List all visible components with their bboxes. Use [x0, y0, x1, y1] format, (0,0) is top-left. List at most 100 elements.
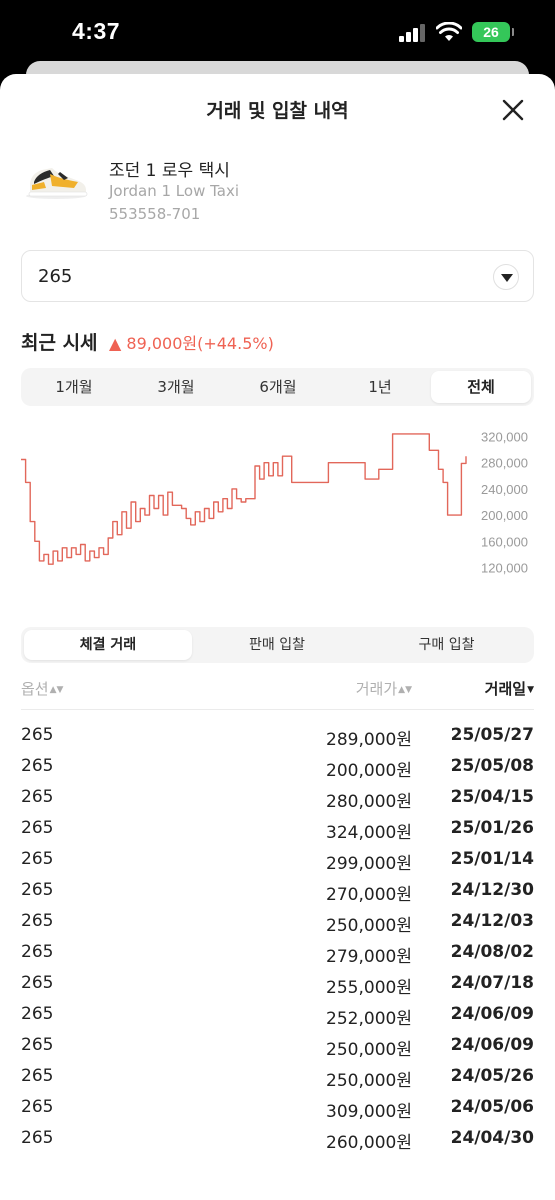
option-cell: 265 — [21, 756, 54, 776]
battery-level: 26 — [483, 24, 499, 40]
date-cell: 24/08/02 — [450, 942, 534, 962]
date-cell: 25/05/27 — [450, 725, 534, 745]
table-row: 265 252,000원 24/06/09 — [21, 1000, 534, 1031]
sort-icon: ▲▼ — [49, 685, 64, 695]
table-row: 265 260,000원 24/04/30 — [21, 1124, 534, 1155]
wifi-icon — [436, 22, 462, 41]
recent-price-change: ▲ 89,000원(+44.5%) — [109, 334, 274, 353]
size-value: 265 — [38, 266, 73, 287]
price-cell: 270,000원 — [326, 885, 412, 905]
period-tab-1m[interactable]: 1개월 — [23, 371, 125, 403]
option-cell: 265 — [21, 880, 54, 900]
column-header-date[interactable]: 거래일▼ — [485, 678, 534, 699]
period-tab-1y[interactable]: 1년 — [329, 371, 431, 403]
price-chart: 320,000 280,000 240,000 200,000 160,000 120,0… — [0, 424, 555, 594]
date-cell: 24/04/30 — [450, 1128, 534, 1148]
table-row: 265 255,000원 24/07/18 — [21, 969, 534, 1000]
price-cell: 252,000원 — [326, 1009, 412, 1029]
product-name: 조던 1 로우 택시 — [109, 161, 230, 181]
table-row: 265 250,000원 24/05/26 — [21, 1062, 534, 1093]
size-select[interactable]: 265 — [21, 250, 534, 302]
table-header: 옵션▲▼ 거래가▲▼ 거래일▼ — [21, 672, 534, 710]
option-cell: 265 — [21, 818, 54, 838]
price-cell: 309,000원 — [326, 1102, 412, 1122]
option-cell: 265 — [21, 1066, 54, 1086]
battery-icon: 26 — [472, 22, 514, 42]
y-tick-label: 320,000 — [481, 430, 528, 445]
table-row: 265 250,000원 24/06/09 — [21, 1031, 534, 1062]
trade-history-sheet: 거래 및 입찰 내역 조던 1 로우 택시 Jordan 1 Low Taxi … — [0, 74, 555, 1200]
table-row: 265 324,000원 25/01/26 — [21, 814, 534, 845]
price-cell: 279,000원 — [326, 947, 412, 967]
y-tick-label: 120,000 — [481, 560, 528, 575]
price-series-line — [21, 433, 467, 565]
date-cell: 25/01/26 — [450, 818, 534, 838]
sneaker-image — [26, 168, 88, 199]
option-cell: 265 — [21, 942, 54, 962]
date-cell: 25/01/14 — [450, 849, 534, 869]
date-cell: 25/04/15 — [450, 787, 534, 807]
option-cell: 265 — [21, 1128, 54, 1148]
option-cell: 265 — [21, 973, 54, 993]
price-cell: 289,000원 — [326, 730, 412, 750]
cellular-signal-icon — [399, 24, 429, 42]
sort-icon: ▲▼ — [398, 685, 412, 695]
price-cell: 200,000원 — [326, 761, 412, 781]
period-tab-all[interactable]: 전체 — [431, 371, 531, 403]
date-cell: 24/06/09 — [450, 1004, 534, 1024]
y-tick-label: 200,000 — [481, 508, 528, 523]
price-cell: 255,000원 — [326, 978, 412, 998]
date-cell: 24/07/18 — [450, 973, 534, 993]
recent-price-title: 최근 시세 — [21, 332, 98, 354]
page-title: 거래 및 입찰 내역 — [206, 100, 349, 122]
period-tabs: 1개월 3개월 6개월 1년 전체 — [21, 368, 534, 406]
option-cell: 265 — [21, 725, 54, 745]
option-cell: 265 — [21, 1004, 54, 1024]
y-tick-label: 160,000 — [481, 534, 528, 549]
recent-price-section: 최근 시세 ▲ 89,000원(+44.5%) — [21, 328, 274, 354]
table-row: 265 200,000원 25/05/08 — [21, 752, 534, 783]
table-row: 265 279,000원 24/08/02 — [21, 938, 534, 969]
column-header-price[interactable]: 거래가▲▼ — [356, 678, 412, 699]
tab-buy-bids[interactable]: 구매 입찰 — [362, 630, 531, 660]
status-time: 4:37 — [72, 18, 121, 44]
date-cell: 24/05/06 — [450, 1097, 534, 1117]
product-name-english: Jordan 1 Low Taxi — [109, 182, 240, 200]
product-info: 조던 1 로우 택시 Jordan 1 Low Taxi 553558-701 — [0, 146, 555, 228]
table-row: 265 280,000원 25/04/15 — [21, 783, 534, 814]
price-cell: 250,000원 — [326, 1040, 412, 1060]
date-cell: 24/05/26 — [450, 1066, 534, 1086]
column-header-price-label: 거래가 — [355, 680, 398, 698]
y-tick-label: 280,000 — [481, 456, 528, 471]
option-cell: 265 — [21, 1097, 54, 1117]
status-bar: 4:37 26 — [0, 0, 555, 62]
price-cell: 250,000원 — [326, 916, 412, 936]
table-row: 265 289,000원 25/05/27 — [21, 721, 534, 752]
date-cell: 25/05/08 — [450, 756, 534, 776]
column-header-date-label: 거래일 — [484, 680, 527, 698]
table-row: 265 299,000원 25/01/14 — [21, 845, 534, 876]
column-header-option[interactable]: 옵션▲▼ — [21, 678, 63, 699]
option-cell: 265 — [21, 911, 54, 931]
trade-tabs: 체결 거래 판매 입찰 구매 입찰 — [21, 627, 534, 663]
price-cell: 280,000원 — [326, 792, 412, 812]
price-cell: 250,000원 — [326, 1071, 412, 1091]
column-header-option-label: 옵션 — [21, 680, 49, 698]
sort-desc-icon: ▼ — [527, 685, 534, 695]
table-row: 265 270,000원 24/12/30 — [21, 876, 534, 907]
table-row: 265 309,000원 24/05/06 — [21, 1093, 534, 1124]
date-cell: 24/12/30 — [450, 880, 534, 900]
period-tab-3m[interactable]: 3개월 — [125, 371, 227, 403]
option-cell: 265 — [21, 787, 54, 807]
price-chart-svg: 320,000 280,000 240,000 200,000 160,000 120,0… — [21, 430, 528, 575]
price-cell: 260,000원 — [326, 1133, 412, 1153]
period-tab-6m[interactable]: 6개월 — [227, 371, 329, 403]
option-cell: 265 — [21, 1035, 54, 1055]
close-icon[interactable] — [501, 98, 525, 122]
date-cell: 24/12/03 — [450, 911, 534, 931]
tab-sell-bids[interactable]: 판매 입찰 — [193, 630, 361, 660]
table-row: 265 250,000원 24/12/03 — [21, 907, 534, 938]
tab-completed-trades[interactable]: 체결 거래 — [24, 630, 192, 660]
y-tick-label: 240,000 — [481, 482, 528, 497]
price-cell: 299,000원 — [326, 854, 412, 874]
